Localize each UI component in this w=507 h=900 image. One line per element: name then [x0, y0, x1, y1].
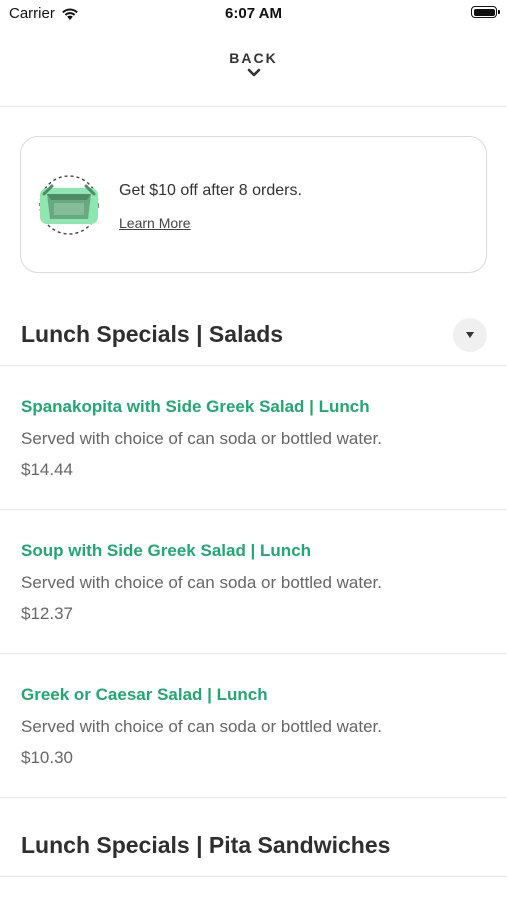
item-price: $14.44	[21, 460, 73, 479]
item-name: Soup with Side Greek Salad | Lunch	[21, 541, 312, 560]
section-title: Lunch Specials | Salads	[21, 321, 284, 347]
menu-item[interactable]: Soup with Side Greek Salad | Lunch Serve…	[0, 541, 507, 631]
section-divider	[0, 365, 507, 366]
promo-text: Get $10 off after 8 orders.	[119, 182, 302, 199]
item-description: Served with choice of can soda or bottle…	[21, 717, 382, 736]
item-price: $10.30	[21, 748, 73, 767]
item-divider	[0, 653, 507, 654]
section-collapse-button[interactable]	[453, 318, 487, 352]
learn-more-link[interactable]: Learn More	[119, 215, 191, 231]
menu-item[interactable]: Greek or Caesar Salad | Lunch Served wit…	[0, 685, 507, 775]
back-button[interactable]: BACK	[0, 50, 507, 78]
back-label: BACK	[229, 50, 278, 66]
item-name: Greek or Caesar Salad | Lunch	[21, 685, 268, 704]
status-bar: Carrier 6:07 AM	[0, 0, 507, 28]
item-divider	[0, 509, 507, 510]
header-divider	[0, 106, 507, 107]
clock: 6:07 AM	[225, 5, 282, 22]
battery-icon	[471, 6, 500, 18]
rewards-promo-card[interactable]: Get $10 off after 8 orders. Learn More	[20, 136, 487, 273]
chevron-down-icon	[247, 68, 260, 77]
takeout-box-icon	[39, 175, 99, 235]
item-description: Served with choice of can soda or bottle…	[21, 429, 382, 448]
caret-down-icon	[466, 332, 474, 338]
menu-item[interactable]: Spanakopita with Side Greek Salad | Lunc…	[0, 397, 507, 487]
section-title: Lunch Specials | Pita Sandwiches	[21, 832, 391, 858]
item-divider	[0, 797, 507, 798]
item-description: Served with choice of can soda or bottle…	[21, 573, 382, 592]
item-name: Spanakopita with Side Greek Salad | Lunc…	[21, 397, 370, 416]
section-divider	[0, 876, 507, 877]
item-price: $12.37	[21, 604, 73, 623]
